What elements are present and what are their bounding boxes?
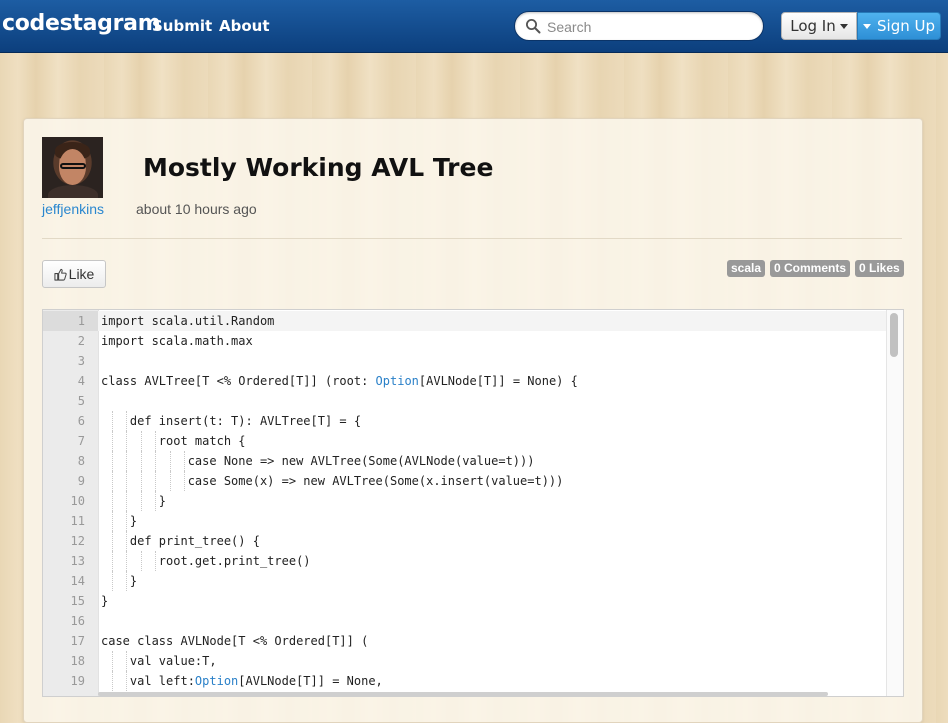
- code-text: class AVLTree[T <% Ordered[T]] (root: Op…: [101, 374, 578, 388]
- code-line: 11 }: [43, 511, 887, 531]
- code-text: def insert(t: T): AVLTree[T] = {: [101, 414, 362, 428]
- line-number: 14: [70, 574, 85, 588]
- line-number: 12: [70, 534, 85, 548]
- search-icon: [526, 19, 541, 34]
- code-text: val value:T,: [101, 654, 217, 668]
- line-number: 4: [77, 374, 85, 388]
- line-number: 19: [70, 674, 85, 688]
- code-line: 15}: [43, 591, 887, 611]
- code-editor[interactable]: 1 import scala.util.Random 2 import scala.m…: [42, 309, 904, 697]
- comments-badge[interactable]: 0 Comments: [770, 260, 851, 277]
- line-number: 2: [77, 334, 85, 348]
- nav-link-about[interactable]: About: [219, 17, 270, 35]
- scrollbar-thumb[interactable]: [890, 313, 898, 357]
- code-line: 6 def insert(t: T): AVLTree[T] = {: [43, 411, 887, 431]
- search-input[interactable]: [545, 16, 754, 38]
- tag-badge[interactable]: scala: [727, 260, 766, 277]
- line-number: 5: [77, 394, 85, 408]
- post-timestamp: about 10 hours ago: [136, 201, 257, 217]
- code-line: 13 root.get.print_tree(): [43, 551, 887, 571]
- avatar[interactable]: [42, 137, 103, 198]
- code-text: case Some(x) => new AVLTree(Some(x.inser…: [101, 474, 564, 488]
- code-line: 17 case class AVLNode[T <% Ordered[T]] (: [43, 631, 887, 651]
- code-text: }: [101, 574, 138, 588]
- top-navbar: codestagram Submit About Log In Sign Up: [0, 0, 948, 53]
- code-line: 1 import scala.util.Random: [43, 311, 887, 331]
- code-line: 4 class AVLTree[T <% Ordered[T]] (root: O…: [43, 371, 887, 391]
- line-number: 10: [70, 494, 85, 508]
- nav-link-submit[interactable]: Submit: [152, 17, 212, 35]
- login-button[interactable]: Log In: [781, 12, 857, 40]
- likes-badge: 0 Likes: [855, 260, 904, 277]
- author-link[interactable]: jeffjenkins: [42, 201, 104, 217]
- line-number: 16: [70, 614, 85, 628]
- chevron-down-icon: [863, 23, 871, 29]
- code-text: root match {: [101, 434, 246, 448]
- login-label: Log In: [790, 17, 836, 35]
- code-line: 12 def print_tree() {: [43, 531, 887, 551]
- post-title: Mostly Working AVL Tree: [143, 153, 494, 182]
- code-line: 5: [43, 391, 887, 411]
- post-card: jeffjenkins about 10 hours ago Mostly Wo…: [23, 118, 923, 723]
- code-line: 8 case None => new AVLTree(Some(AVLNode(…: [43, 451, 887, 471]
- code-text: def print_tree() {: [101, 534, 260, 548]
- code-line: 18 val value:T,: [43, 651, 887, 671]
- line-number: 6: [77, 414, 85, 428]
- code-text: root.get.print_tree(): [101, 554, 311, 568]
- signup-button[interactable]: Sign Up: [857, 12, 941, 40]
- line-number: 1: [43, 311, 98, 331]
- code-line: 19 val left:Option[AVLNode[T]] = None,: [43, 671, 887, 691]
- line-number: 9: [77, 474, 85, 488]
- line-number: 15: [70, 594, 85, 608]
- divider: [42, 238, 902, 239]
- code-text: case class AVLNode[T <% Ordered[T]] (: [101, 634, 369, 648]
- code-line: 2 import scala.math.max: [43, 331, 887, 351]
- code-line: 16: [43, 611, 887, 631]
- line-number: 11: [70, 514, 85, 528]
- code-line: 7 root match {: [43, 431, 887, 451]
- search-box: [514, 11, 764, 41]
- line-number: 17: [70, 634, 85, 648]
- like-label: Like: [68, 266, 95, 282]
- code-line: 3: [43, 351, 887, 371]
- vertical-scrollbar[interactable]: [886, 310, 903, 696]
- code-line: 10 }: [43, 491, 887, 511]
- thumbs-up-icon: [54, 268, 67, 281]
- line-number: 8: [77, 454, 85, 468]
- brand-logo[interactable]: codestagram: [2, 11, 161, 36]
- code-text: import scala.util.Random: [101, 314, 275, 328]
- code-text: }: [101, 494, 167, 508]
- signup-label: Sign Up: [877, 17, 935, 35]
- line-number: 13: [70, 554, 85, 568]
- line-number: 18: [70, 654, 85, 668]
- like-button[interactable]: Like: [42, 260, 106, 288]
- chevron-down-icon: [839, 23, 848, 29]
- line-number: 3: [77, 354, 85, 368]
- line-number: 7: [77, 434, 85, 448]
- code-text: }: [101, 594, 109, 608]
- code-text: import scala.math.max: [101, 334, 253, 348]
- code-text: }: [101, 514, 138, 528]
- code-text: case None => new AVLTree(Some(AVLNode(va…: [101, 454, 535, 468]
- code-text: val left:Option[AVLNode[T]] = None,: [101, 674, 383, 688]
- code-line: 9 case Some(x) => new AVLTree(Some(x.ins…: [43, 471, 887, 491]
- code-line: 14 }: [43, 571, 887, 591]
- horizontal-scrollbar[interactable]: [98, 692, 828, 696]
